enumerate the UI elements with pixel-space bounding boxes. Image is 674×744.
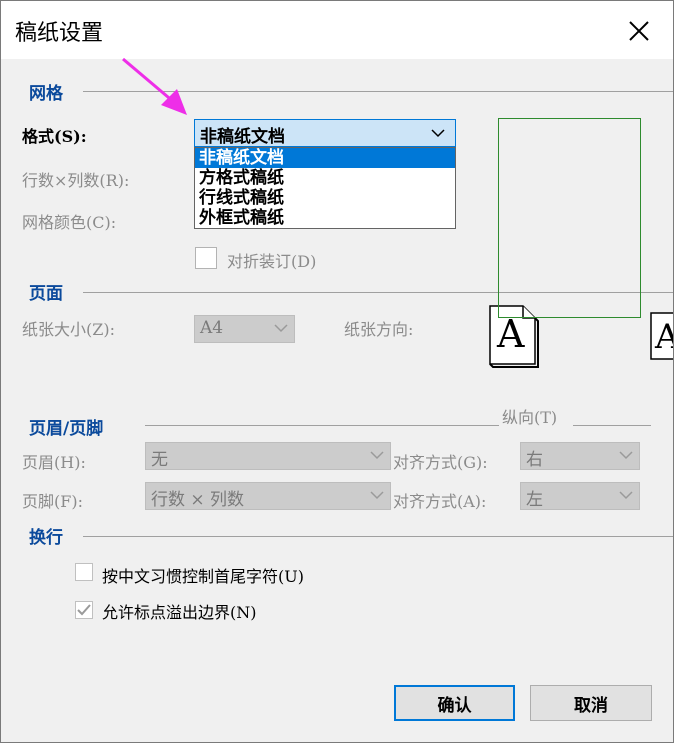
divider-portrait bbox=[573, 425, 651, 426]
format-option[interactable]: 非稿纸文档 bbox=[195, 148, 455, 168]
portrait-letter: A bbox=[497, 312, 525, 356]
paper-size-value: A4 bbox=[200, 318, 224, 338]
format-dropdown[interactable]: 非稿纸文档 bbox=[194, 119, 456, 147]
punct-overflow-checkbox[interactable] bbox=[75, 601, 93, 619]
paper-size-dropdown[interactable]: A4 bbox=[194, 315, 295, 343]
annotation-arrow-icon bbox=[122, 57, 187, 115]
section-header-footer: 页眉/页脚 bbox=[29, 419, 104, 439]
punct-overflow-label: 允许标点溢出边界(N) bbox=[102, 603, 257, 622]
close-icon bbox=[629, 21, 649, 41]
format-option[interactable]: 方格式稿纸 bbox=[195, 168, 455, 188]
footer-align-label: 对齐方式(A): bbox=[393, 492, 487, 511]
section-line-break: 换行 bbox=[29, 528, 63, 548]
grid-color-label: 网格颜色(C): bbox=[22, 213, 117, 232]
header-dropdown[interactable]: 无 bbox=[145, 442, 391, 470]
landscape-page-icon[interactable]: A bbox=[649, 311, 673, 363]
format-label: 格式(S): bbox=[22, 127, 87, 146]
orientation-label: 纸张方向: bbox=[344, 320, 414, 339]
format-option[interactable]: 外框式稿纸 bbox=[195, 208, 455, 228]
chevron-down-icon bbox=[619, 451, 633, 460]
header-align-label: 对齐方式(G): bbox=[393, 453, 488, 472]
landscape-letter: A bbox=[655, 317, 673, 357]
chevron-down-icon bbox=[370, 451, 384, 460]
header-align-value: 右 bbox=[526, 450, 543, 470]
cjk-control-checkbox[interactable] bbox=[75, 563, 93, 581]
manuscript-settings-dialog: 稿纸设置 网格 格式(S): 非稿纸文档 行数×列数(R): 网格颜色(C): … bbox=[0, 0, 674, 743]
fold-binding-checkbox[interactable] bbox=[195, 247, 217, 269]
format-options-list: 非稿纸文档 方格式稿纸 行线式稿纸 外框式稿纸 bbox=[194, 147, 456, 229]
cjk-control-label: 按中文习惯控制首尾字符(U) bbox=[102, 567, 304, 586]
title-bar: 稿纸设置 bbox=[1, 1, 673, 59]
format-dropdown-value: 非稿纸文档 bbox=[200, 127, 285, 147]
fold-binding-label: 对折装订(D) bbox=[227, 252, 317, 271]
chevron-down-icon bbox=[619, 491, 633, 500]
footer-align-dropdown[interactable]: 左 bbox=[520, 482, 640, 510]
divider-grid bbox=[83, 91, 673, 92]
header-align-dropdown[interactable]: 右 bbox=[520, 442, 640, 470]
paper-size-label: 纸张大小(Z): bbox=[22, 320, 115, 339]
preview-frame bbox=[498, 118, 641, 318]
checkmark-icon bbox=[77, 604, 91, 616]
rows-cols-label: 行数×列数(R): bbox=[22, 171, 130, 190]
chevron-down-icon bbox=[370, 491, 384, 500]
header-label: 页眉(H): bbox=[22, 453, 86, 472]
section-page: 页面 bbox=[29, 284, 63, 304]
close-button[interactable] bbox=[621, 13, 657, 49]
footer-value: 行数 × 列数 bbox=[151, 490, 245, 510]
ok-button[interactable]: 确认 bbox=[394, 685, 515, 721]
chevron-down-icon bbox=[274, 324, 288, 333]
section-grid: 网格 bbox=[29, 84, 63, 104]
footer-label: 页脚(F): bbox=[22, 492, 83, 511]
header-value: 无 bbox=[151, 450, 168, 470]
dialog-title: 稿纸设置 bbox=[15, 21, 104, 46]
format-option[interactable]: 行线式稿纸 bbox=[195, 188, 455, 208]
chevron-down-icon bbox=[431, 129, 445, 138]
footer-dropdown[interactable]: 行数 × 列数 bbox=[145, 482, 391, 510]
cancel-button[interactable]: 取消 bbox=[530, 685, 652, 721]
divider-line-break bbox=[83, 536, 673, 537]
footer-align-value: 左 bbox=[526, 490, 543, 510]
portrait-label: 纵向(T) bbox=[502, 408, 558, 427]
divider-header-footer bbox=[145, 425, 499, 426]
